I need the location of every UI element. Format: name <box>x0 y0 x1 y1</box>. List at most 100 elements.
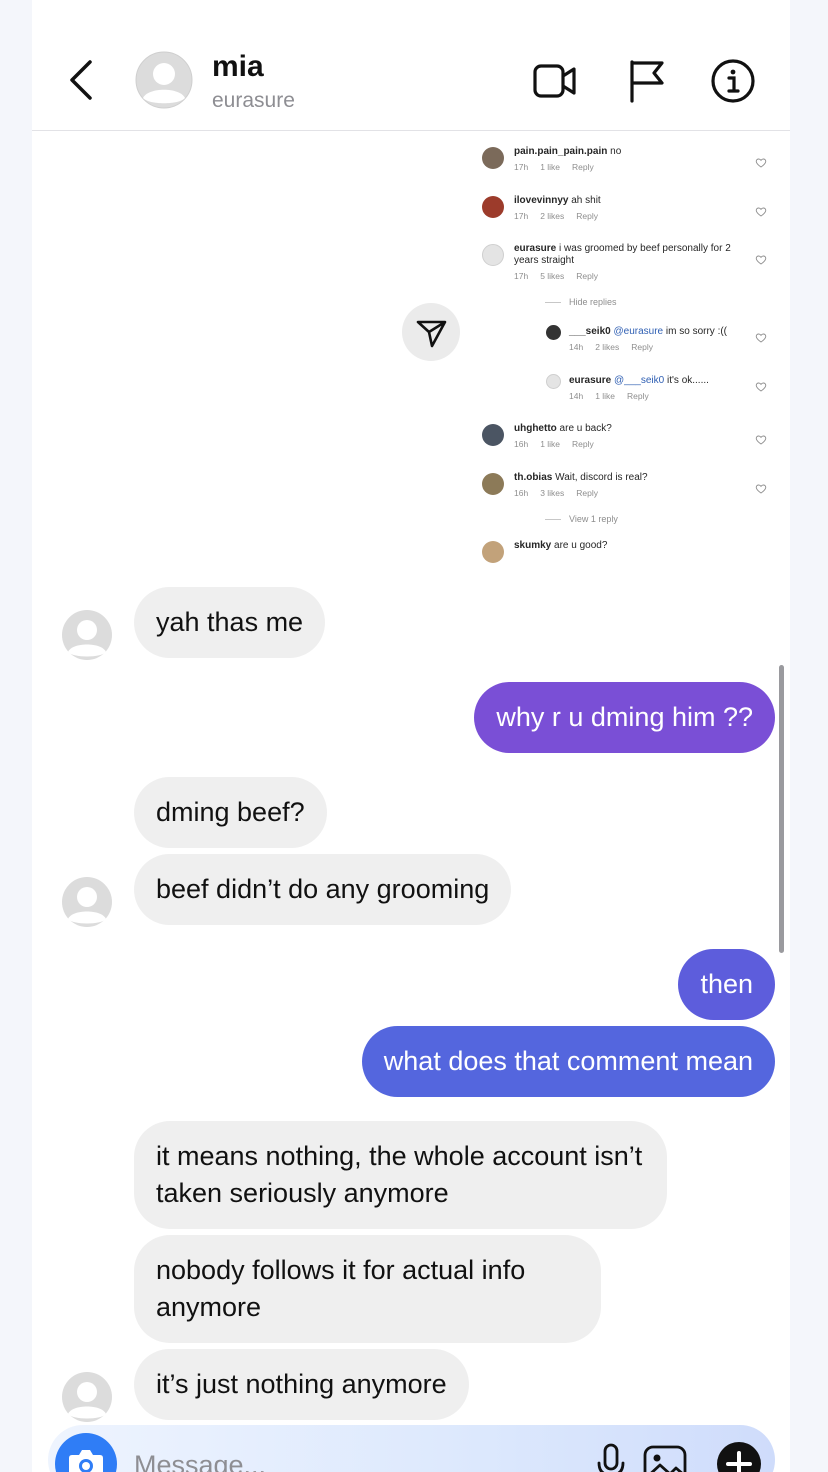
view-reply-link[interactable]: View 1 reply <box>569 514 618 524</box>
avatar <box>482 473 504 495</box>
message-bubble-sent[interactable]: then <box>678 949 775 1020</box>
microphone-icon <box>597 1443 625 1472</box>
scrollbar[interactable] <box>779 665 784 953</box>
comment-user: ilovevinnyy <box>514 195 569 206</box>
message-bubble-received[interactable]: nobody follows it for actual info anymor… <box>134 1235 601 1343</box>
forward-button[interactable] <box>402 303 460 361</box>
comment-time: 17h <box>514 271 529 281</box>
heart-icon[interactable] <box>755 483 767 495</box>
message-bubble-received[interactable]: dming beef? <box>134 777 327 848</box>
heart-icon[interactable] <box>755 381 767 393</box>
comment-text: it's ok...... <box>667 375 709 386</box>
heart-icon[interactable] <box>755 332 767 344</box>
avatar <box>482 147 504 169</box>
comment-text: Wait, discord is real? <box>555 472 648 483</box>
comment-likes: 2 likes <box>595 342 620 352</box>
info-icon <box>711 59 755 103</box>
comment-user: uhghetto <box>514 423 557 434</box>
message-bubble-received[interactable]: it’s just nothing anymore <box>134 1349 469 1420</box>
avatar <box>482 196 504 218</box>
avatar <box>482 424 504 446</box>
message-bubble-received[interactable]: it means nothing, the whole account isn’… <box>134 1121 667 1229</box>
comment-item: skumky are u good? <box>482 537 767 567</box>
reply-item: ___seik0 @eurasure im so sorry :(( 14h 2 … <box>546 323 767 367</box>
camera-icon <box>69 1450 103 1472</box>
thread-divider <box>545 519 561 520</box>
avatar <box>546 374 561 389</box>
comment-user: th.obias <box>514 472 553 483</box>
comment-user: eurasure <box>569 375 612 386</box>
chat-header: mia eurasure <box>32 0 790 131</box>
comment-likes: 1 like <box>540 439 561 449</box>
voice-message-button[interactable] <box>588 1441 634 1472</box>
hide-replies-link[interactable]: Hide replies <box>569 297 617 307</box>
comment-reply[interactable]: Reply <box>576 211 598 221</box>
thread-divider <box>545 302 561 303</box>
gallery-button[interactable] <box>642 1441 688 1472</box>
avatar[interactable] <box>61 1371 113 1423</box>
message-input[interactable] <box>134 1445 434 1472</box>
reply-item: eurasure @___seik0 it's ok...... 14h 1 li… <box>546 372 767 416</box>
comment-item: ilovevinnyy ah shit 17h 2 likes Reply <box>482 192 767 236</box>
message-bubble-sent[interactable]: what does that comment mean <box>361 1026 775 1097</box>
message-bubble-received[interactable]: yah thas me <box>134 587 326 658</box>
comment-time: 14h <box>569 342 584 352</box>
comment-text: im so sorry :(( <box>665 326 728 337</box>
comment-time: 17h <box>514 162 529 172</box>
shared-comments-image[interactable]: pain.pain_pain.pain no 17h 1 like Reply il… <box>472 135 772 567</box>
plus-icon <box>717 1442 761 1472</box>
contact-name[interactable]: mia <box>212 50 264 84</box>
camera-button[interactable] <box>55 1433 117 1472</box>
comment-likes: 2 likes <box>540 211 565 221</box>
comment-user: ___seik0 <box>569 326 611 337</box>
contact-username[interactable]: eurasure <box>212 89 295 113</box>
avatar[interactable] <box>61 876 113 928</box>
report-button[interactable] <box>624 58 670 104</box>
video-call-icon <box>533 64 576 98</box>
comment-likes: 1 like <box>540 162 561 172</box>
avatar <box>546 325 561 340</box>
avatar <box>482 244 504 266</box>
comment-likes: 5 likes <box>540 271 565 281</box>
comment-mention: @eurasure <box>613 326 664 337</box>
comment-user: skumky <box>514 540 552 551</box>
heart-icon[interactable] <box>755 157 767 169</box>
video-call-button[interactable] <box>532 58 578 104</box>
message-bubble-received[interactable]: beef didn’t do any grooming <box>134 854 512 925</box>
comment-reply[interactable]: Reply <box>576 488 598 498</box>
message-bubble-sent[interactable]: why r u dming him ?? <box>474 682 775 753</box>
info-button[interactable] <box>710 58 756 104</box>
comment-mention: @___seik0 <box>614 375 665 386</box>
heart-icon[interactable] <box>755 434 767 446</box>
comment-reply[interactable]: Reply <box>572 439 594 449</box>
comment-reply[interactable]: Reply <box>631 342 653 352</box>
back-button[interactable] <box>66 58 96 102</box>
chat-screen: mia eurasure pain.pain_pain.pain no 17h … <box>32 0 790 1472</box>
comment-text: ah shit <box>571 195 601 206</box>
comment-time: 16h <box>514 488 529 498</box>
comment-time: 14h <box>569 391 584 401</box>
comment-time: 17h <box>514 211 529 221</box>
gallery-icon <box>643 1445 687 1472</box>
add-button[interactable] <box>716 1441 762 1472</box>
comment-item: uhghetto are u back? 16h 1 like Reply <box>482 420 767 464</box>
comment-item: eurasure i was groomed by beef personall… <box>482 240 767 296</box>
message-composer <box>48 1425 775 1472</box>
avatar <box>482 541 504 563</box>
comment-text: no <box>610 146 622 157</box>
comment-text: are u back? <box>559 423 612 434</box>
heart-icon[interactable] <box>755 254 767 266</box>
comment-time: 16h <box>514 439 529 449</box>
comment-item: pain.pain_pain.pain no 17h 1 like Reply <box>482 143 767 187</box>
comment-reply[interactable]: Reply <box>576 271 598 281</box>
chevron-left-icon <box>70 60 92 100</box>
flag-icon <box>630 60 664 103</box>
avatar[interactable] <box>61 609 113 661</box>
comment-reply[interactable]: Reply <box>627 391 649 401</box>
heart-icon[interactable] <box>755 206 767 218</box>
comment-text: are u good? <box>554 540 608 551</box>
comment-reply[interactable]: Reply <box>572 162 594 172</box>
comment-item: th.obias Wait, discord is real? 16h 3 lik… <box>482 469 767 513</box>
avatar[interactable] <box>135 51 193 109</box>
send-icon <box>416 320 447 348</box>
